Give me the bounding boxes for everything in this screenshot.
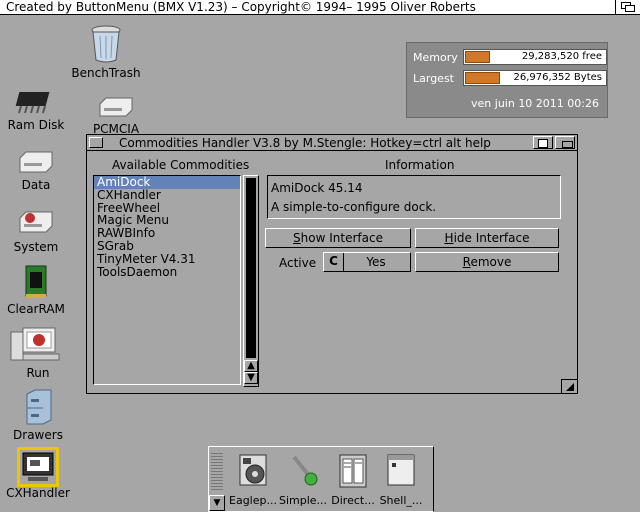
shell-icon bbox=[387, 454, 415, 486]
info-name: AmiDock 45.14 bbox=[271, 181, 363, 195]
memory-value: 29,283,520 free bbox=[521, 51, 602, 62]
list-item[interactable]: SGrab bbox=[94, 240, 240, 253]
icon-label: Ram Disk bbox=[7, 118, 65, 132]
icon-system[interactable]: System bbox=[0, 208, 76, 254]
list-item[interactable]: CXHandler bbox=[94, 188, 240, 202]
eagleplayer-icon bbox=[239, 454, 267, 486]
cycle-icon: C bbox=[324, 253, 344, 271]
zoom-gadget[interactable] bbox=[533, 136, 553, 149]
icon-cxhandler[interactable]: CXHandler bbox=[0, 447, 78, 500]
icon-label: Data bbox=[21, 178, 51, 192]
drive-icon bbox=[99, 97, 133, 117]
dock-item-label: Shell_... bbox=[379, 494, 423, 507]
memory-module-icon bbox=[25, 265, 47, 298]
largest-bar-fill bbox=[465, 72, 500, 84]
dock-item-simple[interactable]: Simple... bbox=[279, 451, 327, 507]
icon-label: Run bbox=[26, 366, 50, 380]
show-interface-button[interactable]: Show Interface bbox=[265, 228, 411, 248]
dock-item-label: Direct... bbox=[331, 494, 375, 507]
icon-clearram[interactable]: ClearRAM bbox=[0, 264, 76, 316]
dock-item-shell[interactable]: Shell_... bbox=[377, 451, 425, 507]
list-heading: Available Commodities bbox=[112, 158, 250, 172]
trashcan-icon bbox=[91, 25, 121, 63]
memory-bar-fill bbox=[465, 51, 490, 63]
dock-menu-button[interactable]: ▼ bbox=[209, 495, 225, 511]
shortcut-letter: S bbox=[293, 231, 301, 245]
info-description: A simple-to-configure dock. bbox=[271, 200, 437, 214]
dock-item-label: Simple... bbox=[279, 494, 327, 507]
icon-drawers[interactable]: Drawers bbox=[0, 388, 78, 442]
info-panel: AmiDock 45.14 A simple-to-configure dock… bbox=[267, 175, 561, 219]
largest-value: 26,976,352 Bytes bbox=[513, 72, 603, 83]
icon-run[interactable]: Run bbox=[0, 326, 78, 380]
computer-icon bbox=[10, 327, 60, 361]
shortcut-letter: H bbox=[444, 231, 454, 245]
icon-data[interactable]: Data bbox=[0, 150, 76, 192]
amidock: ▼ Eaglep... Simple... Direct... Shell_..… bbox=[208, 446, 434, 512]
window-title-bar[interactable]: Commodities Handler V3.8 by M.Stengle: H… bbox=[87, 135, 577, 151]
drawers-icon bbox=[26, 389, 52, 425]
list-scrollbar[interactable]: ▲ ▼ bbox=[243, 175, 259, 387]
memory-bar: 29,283,520 free bbox=[463, 49, 607, 65]
button-label: emove bbox=[470, 255, 512, 269]
memory-monitor: Memory 29,283,520 free Largest 26,976,35… bbox=[406, 42, 608, 118]
screen-title: Created by ButtonMenu (BMX V1.23) – Copy… bbox=[6, 0, 476, 14]
tool-icon bbox=[292, 455, 318, 486]
button-label: ide Interface bbox=[453, 231, 530, 245]
icon-label: CXHandler bbox=[6, 486, 70, 500]
icon-benchtrash[interactable]: BenchTrash bbox=[66, 24, 146, 80]
list-item[interactable]: TinyMeter V4.31 bbox=[94, 252, 240, 266]
active-label: Active bbox=[279, 256, 317, 270]
monitor-icon bbox=[17, 447, 59, 487]
scroll-up-button[interactable]: ▲ bbox=[244, 360, 258, 372]
dock-drag-handle[interactable] bbox=[211, 451, 223, 491]
screen-title-bar[interactable]: Created by ButtonMenu (BMX V1.23) – Copy… bbox=[0, 0, 640, 15]
clock-datetime: ven juin 10 2011 00:26 bbox=[471, 97, 599, 110]
dock-item-label: Eaglep... bbox=[229, 494, 277, 507]
active-cycle-button[interactable]: C Yes bbox=[323, 252, 411, 272]
close-gadget[interactable] bbox=[89, 137, 103, 148]
ram-chip-icon bbox=[15, 92, 50, 114]
commodities-window[interactable]: Commodities Handler V3.8 by M.Stengle: H… bbox=[86, 134, 578, 394]
list-item[interactable]: ToolsDaemon bbox=[94, 265, 240, 279]
drive-icon bbox=[19, 151, 53, 173]
largest-bar: 26,976,352 Bytes bbox=[463, 70, 607, 86]
icon-ramdisk[interactable]: Ram Disk bbox=[0, 86, 76, 132]
icon-label: Drawers bbox=[13, 428, 63, 442]
icon-label: ClearRAM bbox=[7, 302, 65, 316]
button-label: how Interface bbox=[300, 231, 383, 245]
list-item[interactable]: AmiDock bbox=[94, 176, 240, 189]
resize-gadget[interactable] bbox=[561, 379, 577, 393]
commodities-list[interactable]: AmiDock CXHandler FreeWheel Magic Menu RAWBI… bbox=[93, 175, 241, 385]
remove-button[interactable]: Remove bbox=[415, 252, 559, 272]
icon-label: BenchTrash bbox=[71, 66, 141, 80]
active-value: Yes bbox=[366, 255, 386, 269]
screen-depth-gadget[interactable] bbox=[615, 0, 639, 14]
hide-interface-button[interactable]: Hide Interface bbox=[415, 228, 559, 248]
dock-item-eagleplayer[interactable]: Eaglep... bbox=[229, 451, 277, 507]
memory-label: Memory bbox=[413, 51, 458, 64]
largest-label: Largest bbox=[413, 72, 454, 85]
depth-gadget[interactable] bbox=[555, 136, 575, 149]
system-drive-icon bbox=[19, 211, 53, 233]
window-title: Commodities Handler V3.8 by M.Stengle: H… bbox=[119, 136, 491, 150]
scrollbar-knob[interactable] bbox=[246, 178, 256, 358]
info-heading: Information bbox=[385, 158, 455, 172]
dock-item-directory[interactable]: Direct... bbox=[329, 451, 377, 507]
icon-pcmcia[interactable]: PCMCIA bbox=[76, 96, 156, 136]
scroll-down-button[interactable]: ▼ bbox=[244, 372, 258, 384]
directory-icon bbox=[339, 454, 367, 488]
icon-label: System bbox=[13, 240, 59, 254]
